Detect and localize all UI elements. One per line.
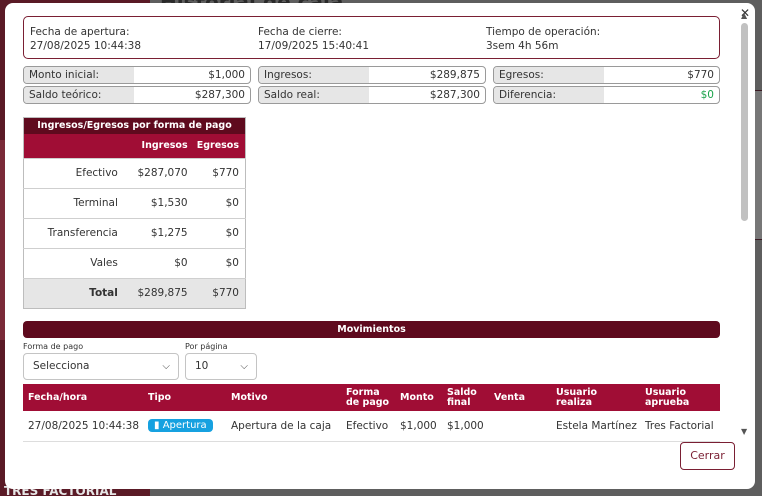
payment-method-cell: Transferencia <box>47 227 118 239</box>
scrollbar-thumb[interactable] <box>741 23 748 221</box>
closing-date-label: Fecha de cierre: <box>258 26 342 38</box>
payment-table-title: Ingresos/Egresos por forma de pago <box>37 120 232 131</box>
opening-date-value: 27/08/2025 10:44:38 <box>30 40 142 52</box>
monto-inicial-value: $1,000 <box>208 69 245 81</box>
movement-venta-cell <box>489 411 551 442</box>
saldo-real-label: Saldo real: <box>259 87 369 103</box>
operation-time-label: Tiempo de operación: <box>486 26 601 38</box>
col-usuario-aprueba-header: Usuario aprueba <box>640 384 720 411</box>
scroll-up-arrow-icon[interactable]: ▲ <box>741 11 747 20</box>
payment-table-egresos-header: Egresos <box>196 140 239 152</box>
cash-register-detail-modal: ✕ ▲ ▼ Fecha de apertura: 27/08/2025 10:4… <box>5 3 755 489</box>
page-size-select-value: 10 <box>195 360 209 372</box>
payment-method-select-value: Selecciona <box>33 360 90 372</box>
table-row: Transferencia $1,275 $0 <box>23 218 246 248</box>
closing-date-value: 17/09/2025 15:40:41 <box>258 40 370 52</box>
chevron-down-icon: ⌵ <box>162 361 170 372</box>
payment-table-ingresos-header: Ingresos <box>141 140 188 152</box>
operation-time-group: Tiempo de operación: 3sem 4h 56m <box>486 25 600 53</box>
status-badge: ▮ Apertura <box>148 419 213 433</box>
status-badge-label: Apertura <box>162 420 207 432</box>
scroll-down-arrow-icon[interactable]: ▼ <box>741 427 747 436</box>
movement-fecha-cell: 27/08/2025 10:44:38 <box>23 411 143 442</box>
page-size-label: Por página <box>185 342 228 351</box>
saldo-real-field: Saldo real: $287,300 <box>258 86 486 104</box>
saldo-real-value: $287,300 <box>429 89 480 101</box>
col-usuario-realiza-header: Usuario realiza <box>551 384 640 411</box>
movement-usuario-realiza-cell: Estela Martínez <box>551 411 640 442</box>
egresos-value: $770 <box>687 69 714 81</box>
col-usuario-aprueba-line2: aprueba <box>645 396 690 408</box>
table-total-row: Total $289,875 $770 <box>23 278 246 308</box>
table-row: Terminal $1,530 $0 <box>23 188 246 218</box>
payment-method-cell: Vales <box>90 257 118 269</box>
ingresos-value: $289,875 <box>429 69 480 81</box>
movement-saldo-cell: $1,000 <box>442 411 489 442</box>
payment-total-egresos: $770 <box>212 287 239 299</box>
saldo-teorico-field: Saldo teórico: $287,300 <box>23 86 251 104</box>
col-saldo-line2: final <box>447 396 471 408</box>
col-tipo-header: Tipo <box>143 384 226 411</box>
saldo-teorico-value: $287,300 <box>194 89 245 101</box>
opening-date-label: Fecha de apertura: <box>30 26 130 38</box>
movement-motivo-cell: Apertura de la caja <box>226 411 341 442</box>
payment-method-cell: Terminal <box>73 197 118 209</box>
dates-summary-box: Fecha de apertura: 27/08/2025 10:44:38 F… <box>23 16 720 59</box>
payment-filter-label: Forma de pago <box>23 342 84 351</box>
table-row: Vales $0 $0 <box>23 248 246 278</box>
opening-date-group: Fecha de apertura: 27/08/2025 10:44:38 <box>30 25 141 53</box>
closing-date-group: Fecha de cierre: 17/09/2025 15:40:41 <box>258 25 369 53</box>
payment-ingresos-cell: $1,275 <box>150 227 188 239</box>
payment-total-label: Total <box>89 287 118 299</box>
page-size-select[interactable]: 10 ⌵ <box>185 353 257 380</box>
payment-method-cell: Efectivo <box>75 167 118 179</box>
close-button[interactable]: Cerrar <box>680 442 735 470</box>
ingresos-field: Ingresos: $289,875 <box>258 66 486 84</box>
payment-method-table: Ingresos/Egresos por forma de pago Ingre… <box>23 117 246 309</box>
saldo-teorico-label: Saldo teórico: <box>24 87 134 103</box>
table-row: Efectivo $287,070 $770 <box>23 158 246 188</box>
col-venta-header: Venta <box>489 384 551 411</box>
operation-time-value: 3sem 4h 56m <box>486 40 559 52</box>
diferencia-value: $0 <box>700 89 714 101</box>
payment-egresos-cell: $0 <box>225 227 239 239</box>
movement-tipo-cell: ▮ Apertura <box>143 411 226 442</box>
movements-table: Fecha/hora Tipo Motivo Forma de pago Mont… <box>23 384 720 442</box>
payment-table-method-header <box>24 134 128 158</box>
col-forma-line2: de pago <box>346 396 390 408</box>
payment-ingresos-cell: $1,530 <box>150 197 188 209</box>
payment-total-ingresos: $289,875 <box>137 287 188 299</box>
ingresos-label: Ingresos: <box>259 67 369 83</box>
col-fecha-header: Fecha/hora <box>23 384 143 411</box>
col-saldo-header: Saldo final <box>442 384 489 411</box>
payment-egresos-cell: $0 <box>225 257 239 269</box>
payment-egresos-cell: $770 <box>212 167 239 179</box>
monto-inicial-field: Monto inicial: $1,000 <box>23 66 251 84</box>
table-row: 27/08/2025 10:44:38 ▮ Apertura Apertura … <box>23 411 720 442</box>
movement-forma-cell: Efectivo <box>341 411 395 442</box>
payment-ingresos-cell: $287,070 <box>137 167 188 179</box>
payment-egresos-cell: $0 <box>225 197 239 209</box>
payment-method-select[interactable]: Selecciona ⌵ <box>23 353 179 380</box>
monto-inicial-label: Monto inicial: <box>24 67 134 83</box>
chevron-down-icon: ⌵ <box>240 361 248 372</box>
col-forma-header: Forma de pago <box>341 384 395 411</box>
diferencia-label: Diferencia: <box>494 87 604 103</box>
egresos-field: Egresos: $770 <box>493 66 720 84</box>
col-motivo-header: Motivo <box>226 384 341 411</box>
movement-usuario-aprueba-cell: Tres Factorial <box>640 411 720 442</box>
movement-monto-cell: $1,000 <box>395 411 442 442</box>
egresos-label: Egresos: <box>494 67 604 83</box>
payment-ingresos-cell: $0 <box>174 257 188 269</box>
diferencia-field: Diferencia: $0 <box>493 86 720 104</box>
col-usuario-realiza-line2: realiza <box>556 396 592 408</box>
movements-header: Movimientos <box>23 321 720 338</box>
col-monto-header: Monto <box>395 384 442 411</box>
door-icon: ▮ <box>154 420 160 432</box>
